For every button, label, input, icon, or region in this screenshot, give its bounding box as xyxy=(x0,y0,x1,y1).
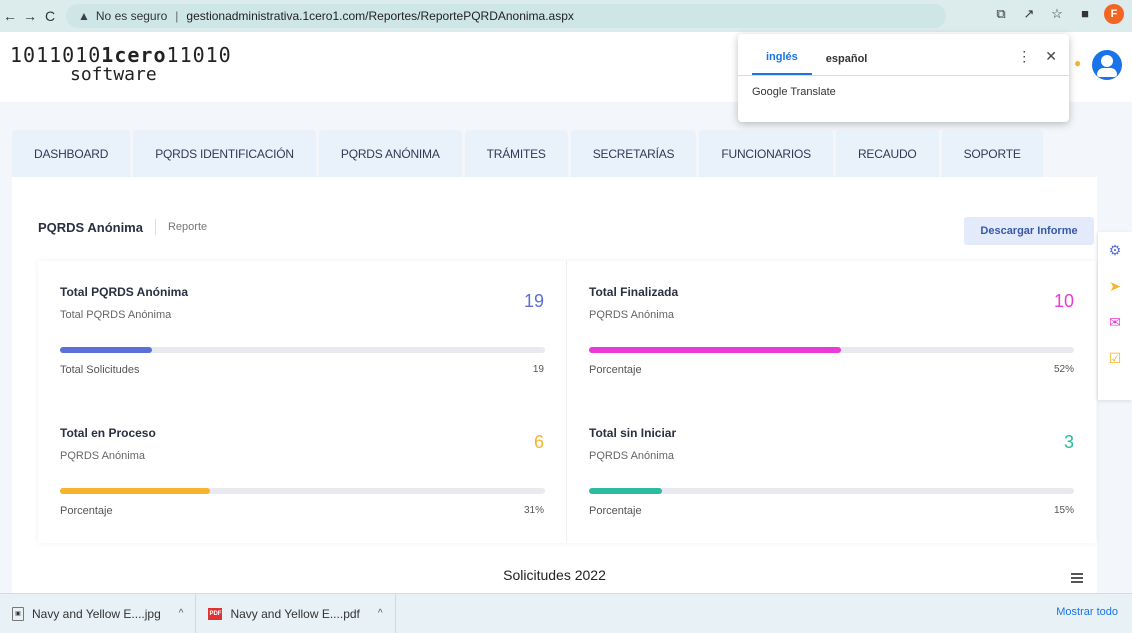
more-options-icon[interactable]: ⋮ xyxy=(1017,48,1031,65)
settings-icon[interactable]: ⚙ xyxy=(1098,232,1132,268)
logo[interactable]: 10110101cero11010 software xyxy=(10,44,232,84)
forward-icon[interactable]: → xyxy=(20,8,40,24)
stat-card: Total en Proceso PQRDS Anónima 6 Porcent… xyxy=(38,402,567,543)
download-filename: Navy and Yellow E....pdf xyxy=(230,606,360,621)
chart-title: Solicitudes 2022 xyxy=(503,567,606,583)
translate-tab-english[interactable]: inglés xyxy=(752,51,812,75)
progress-bar xyxy=(589,488,1074,494)
tab-recaudo[interactable]: RECAUDO xyxy=(835,130,939,177)
stat-card: Total sin Iniciar PQRDS Anónima 3 Porcen… xyxy=(567,402,1096,543)
tab-dashboard[interactable]: DASHBOARD xyxy=(12,130,131,177)
breadcrumb: Reporte xyxy=(167,221,208,233)
profile-avatar[interactable]: F xyxy=(1104,4,1124,24)
stat-sub: PQRDS Anónima xyxy=(589,450,674,462)
stat-card: Total PQRDS Anónima Total PQRDS Anónima … xyxy=(38,261,567,402)
progress-fill xyxy=(60,488,211,494)
stat-value: 6 xyxy=(533,432,544,452)
progress-fill xyxy=(589,488,662,494)
browser-toolbar: ← → C ▲ No es seguro | gestionadministra… xyxy=(0,0,1132,32)
security-label: No es seguro xyxy=(95,9,168,23)
page-title: PQRDS Anónima xyxy=(38,219,143,235)
download-item[interactable]: PDF Navy and Yellow E....pdf ^ xyxy=(196,593,396,633)
translate-icon[interactable]: ⧉ xyxy=(992,5,1010,23)
stat-label: Total sin Iniciar xyxy=(589,426,677,440)
download-item[interactable]: ▣ Navy and Yellow E....jpg ^ xyxy=(0,593,197,633)
logo-text-top: 10110101cero11010 xyxy=(10,43,232,67)
stat-foot-label: Porcentaje xyxy=(589,505,642,517)
stat-sub: PQRDS Anónima xyxy=(60,450,145,462)
progress-fill xyxy=(589,347,842,353)
clipboard-icon[interactable]: ☑ xyxy=(1098,340,1132,376)
stat-foot-label: Total Solicitudes xyxy=(60,364,140,376)
tab-secretarias[interactable]: SECRETARÍAS xyxy=(570,130,697,177)
chart-menu-icon[interactable] xyxy=(1071,573,1083,585)
chevron-up-icon[interactable]: ^ xyxy=(179,608,184,619)
translate-tab-spanish[interactable]: español xyxy=(812,53,882,75)
translate-popup: inglés español ⋮ ✕ Google Translate xyxy=(738,34,1069,122)
notification-icon[interactable]: ● xyxy=(1074,56,1088,70)
reload-icon[interactable]: C xyxy=(40,8,60,24)
stat-foot-label: Porcentaje xyxy=(60,505,113,517)
stat-value: 3 xyxy=(1063,432,1074,452)
stats-grid: Total PQRDS Anónima Total PQRDS Anónima … xyxy=(38,261,1096,543)
progress-bar xyxy=(589,347,1074,353)
progress-fill xyxy=(60,347,153,353)
download-bar: ▣ Navy and Yellow E....jpg ^ PDF Navy an… xyxy=(0,593,1132,633)
share-icon[interactable]: ↗ xyxy=(1020,5,1038,23)
stat-foot-value: 15% xyxy=(1053,505,1074,516)
translate-footer: Google Translate xyxy=(752,86,836,98)
star-icon[interactable]: ☆ xyxy=(1048,5,1066,23)
report-panel: PQRDS Anónima Reporte Descargar Informe … xyxy=(12,177,1097,597)
address-separator: | xyxy=(175,9,179,23)
stat-sub: Total PQRDS Anónima xyxy=(60,309,172,321)
floating-toolbar: ⚙ ➤ ✉ ☑ xyxy=(1098,232,1132,400)
chevron-up-icon[interactable]: ^ xyxy=(378,608,383,619)
sidepanel-icon[interactable]: ■ xyxy=(1076,5,1094,23)
tab-pqrds-identificacion[interactable]: PQRDS IDENTIFICACIÓN xyxy=(133,130,316,177)
stat-foot-value: 31% xyxy=(523,505,544,516)
logo-text-bottom: software xyxy=(70,64,157,85)
close-icon[interactable]: ✕ xyxy=(1045,48,1057,65)
download-filename: Navy and Yellow E....jpg xyxy=(32,606,161,621)
stat-foot-value: 19 xyxy=(532,364,544,375)
main-nav: DASHBOARD PQRDS IDENTIFICACIÓN PQRDS ANÓ… xyxy=(12,130,1097,177)
image-file-icon: ▣ xyxy=(12,606,24,621)
stat-foot-label: Porcentaje xyxy=(589,364,642,376)
chat-icon[interactable]: ✉ xyxy=(1098,304,1132,340)
stat-value: 19 xyxy=(523,291,544,311)
download-report-button[interactable]: Descargar Informe xyxy=(964,217,1094,245)
stat-foot-value: 52% xyxy=(1053,364,1074,375)
send-icon[interactable]: ➤ xyxy=(1098,268,1132,304)
stat-card: Total Finalizada PQRDS Anónima 10 Porcen… xyxy=(567,261,1096,402)
progress-bar xyxy=(60,488,545,494)
tab-tramites[interactable]: TRÁMITES xyxy=(464,130,568,177)
progress-bar xyxy=(60,347,545,353)
warning-icon: ▲ xyxy=(78,9,90,23)
title-divider xyxy=(154,219,156,235)
show-all-downloads-button[interactable]: Mostrar todo xyxy=(1056,606,1118,618)
address-bar[interactable]: ▲ No es seguro | gestionadministrativa.1… xyxy=(66,4,946,28)
tab-pqrds-anonima[interactable]: PQRDS ANÓNIMA xyxy=(318,130,462,177)
stat-label: Total PQRDS Anónima xyxy=(60,285,189,299)
stat-label: Total en Proceso xyxy=(60,426,156,440)
pdf-file-icon: PDF xyxy=(208,607,223,620)
stat-sub: PQRDS Anónima xyxy=(589,309,674,321)
back-icon[interactable]: ← xyxy=(0,8,20,24)
stat-label: Total Finalizada xyxy=(589,285,679,299)
stat-value: 10 xyxy=(1053,291,1074,311)
tab-funcionarios[interactable]: FUNCIONARIOS xyxy=(699,130,833,177)
tab-soporte[interactable]: SOPORTE xyxy=(941,130,1043,177)
url-text: gestionadministrativa.1cero1.com/Reporte… xyxy=(186,9,574,23)
user-avatar-icon[interactable] xyxy=(1092,50,1122,80)
